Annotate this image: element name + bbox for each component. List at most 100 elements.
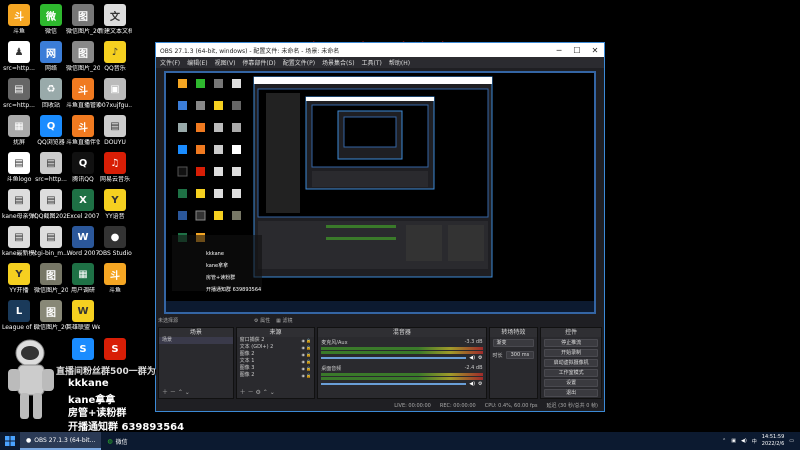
- desktop-icon[interactable]: ▤ kane最新模屏1203: [2, 226, 36, 257]
- desktop-icon[interactable]: W Word 2007: [66, 226, 100, 257]
- scene-controls[interactable]: ＋ － ⌃ ⌄: [162, 387, 190, 396]
- desktop-icon[interactable]: Q QQ浏览器: [34, 115, 68, 146]
- desktop-icon[interactable]: ▣ 007xujfgu...: [98, 78, 132, 109]
- mixer-channel: 桌面音频 -2.4 dB ◀) ⚙: [318, 363, 485, 389]
- visibility-lock-icon[interactable]: ◉ 🔒: [302, 344, 312, 351]
- obs-title-bar[interactable]: OBS 27.1.3 (64-bit, windows) - 配置文件: 未命名…: [156, 43, 604, 57]
- source-item[interactable]: 图像 2 ◉ 🔒: [237, 351, 315, 358]
- desktop-icon[interactable]: 斗斗鱼: [2, 4, 36, 35]
- desktop-icon[interactable]: Y YY开播: [2, 263, 36, 294]
- scenes-dock-title: 场景: [159, 328, 233, 337]
- visibility-lock-icon[interactable]: ◉ 🔒: [302, 365, 312, 372]
- desktop-icon[interactable]: 图微信图片_2021122...: [34, 263, 68, 294]
- taskbar-app[interactable]: ◍ 微信: [101, 432, 133, 450]
- minimize-icon[interactable]: ─: [550, 43, 568, 57]
- control-button[interactable]: 设置: [544, 379, 599, 387]
- desktop-icon[interactable]: 网网络: [34, 41, 68, 72]
- desktop-icon[interactable]: 图微信图片_2021110...: [66, 4, 100, 35]
- mixer-channel: 麦克风/Aux -3.3 dB ◀) ⚙: [318, 337, 485, 363]
- tray-up-arrow-icon[interactable]: ⌃: [722, 438, 726, 444]
- menu-item[interactable]: 配置文件(P): [283, 58, 315, 67]
- start-button[interactable]: [0, 432, 20, 450]
- desktop-icon[interactable]: ♪ QQ音乐: [98, 41, 132, 72]
- desktop-icon[interactable]: ● OBS Studio: [98, 226, 132, 257]
- menu-item[interactable]: 文件(F): [160, 58, 180, 67]
- visibility-lock-icon[interactable]: ◉ 🔒: [302, 372, 312, 379]
- menu-item[interactable]: 帮助(H): [389, 58, 410, 67]
- source-item[interactable]: 文本 (GDI+) 2 ◉ 🔒: [237, 344, 315, 351]
- transitions-dock-title: 转场特效: [489, 328, 538, 337]
- desktop-icon-label: League of Legends: [2, 324, 36, 331]
- obs-preview-canvas[interactable]: kkkane kane拿拿 房管+读粉群 开播通知群 639893564: [164, 71, 596, 314]
- obs-window[interactable]: OBS 27.1.3 (64-bit, windows) - 配置文件: 未命名…: [155, 42, 605, 412]
- mute-speaker-icon[interactable]: ◀): [469, 381, 475, 387]
- desktop-icon[interactable]: ▤ src=http...: [2, 78, 36, 109]
- desktop-icon[interactable]: 斗斗鱼直播伴侣: [66, 115, 100, 146]
- visibility-lock-icon[interactable]: ◉ 🔒: [302, 337, 312, 344]
- menu-item[interactable]: 停靠部件(D): [242, 58, 275, 67]
- desktop-icon[interactable]: ▦ 用户调研: [66, 263, 100, 294]
- desktop-icon[interactable]: ▤ DOUYU: [98, 115, 132, 146]
- desktop-icon[interactable]: 微微信: [34, 4, 68, 35]
- desktop-icon[interactable]: ▤ cgi-bin_m...: [34, 226, 68, 257]
- controls-dock: 控件 停止推流 开始录制 启动虚拟摄像机 工作室模式 设置 退出: [540, 327, 603, 399]
- tray-volume-icon[interactable]: ◀): [741, 438, 747, 444]
- tray-network-icon[interactable]: ▣: [731, 438, 736, 444]
- desktop-icon-label: src=http...: [3, 65, 35, 72]
- control-button[interactable]: 停止推流: [544, 339, 599, 347]
- properties-button[interactable]: ⚙ 属性: [254, 317, 270, 324]
- control-button[interactable]: 启动虚拟摄像机: [544, 359, 599, 367]
- source-item[interactable]: 窗口捕获 2 ◉ 🔒: [237, 337, 315, 344]
- taskbar-clock[interactable]: 14:51:59 2022/2/6: [762, 434, 784, 448]
- desktop-icon[interactable]: 图微信图片_2021110...: [34, 300, 68, 331]
- transition-type-select[interactable]: 渐变: [492, 339, 535, 347]
- maximize-icon[interactable]: ☐: [568, 43, 586, 57]
- desktop-icon[interactable]: 斗斗鱼直播管家: [66, 78, 100, 109]
- scene-item[interactable]: 场景: [159, 337, 233, 344]
- desktop-icon-label: kane最新模屏1203: [2, 250, 36, 257]
- desktop-icon[interactable]: Y YY语音: [98, 189, 132, 220]
- visibility-lock-icon[interactable]: ◉ 🔒: [302, 351, 312, 358]
- menu-item[interactable]: 视图(V): [215, 58, 236, 67]
- close-icon[interactable]: ✕: [586, 43, 604, 57]
- desktop-icon[interactable]: Q 腾讯QQ: [66, 152, 100, 183]
- control-button[interactable]: 工作室模式: [544, 369, 599, 377]
- gear-icon[interactable]: ⚙: [478, 381, 482, 387]
- source-item[interactable]: 图像 2 ◉ 🔒: [237, 372, 315, 379]
- notification-icon[interactable]: ▭: [789, 438, 794, 444]
- desktop-icon[interactable]: ▤ QQ截图20211218...: [34, 189, 68, 220]
- desktop-icon[interactable]: 图微信图片_2021110...: [66, 41, 100, 72]
- desktop-icon[interactable]: ▤ src=http...: [34, 152, 68, 183]
- control-button[interactable]: 退出: [544, 389, 599, 397]
- duration-input[interactable]: 300 ms: [505, 351, 535, 359]
- svg-text:kkkane: kkkane: [206, 251, 224, 257]
- desktop-icon[interactable]: ▤ kane母亲弹屏1203: [2, 189, 36, 220]
- desktop-icon[interactable]: ▦ 扰屏: [2, 115, 36, 146]
- desktop-icon[interactable]: 文新建文本文档: [98, 4, 132, 35]
- mute-speaker-icon[interactable]: ◀): [469, 355, 475, 361]
- menu-item[interactable]: 场景集合(S): [322, 58, 355, 67]
- source-controls[interactable]: ＋ － ⚙ ⌃ ⌄: [240, 387, 275, 396]
- desktop-icon[interactable]: ♟ src=http...: [2, 41, 36, 72]
- gear-icon[interactable]: ⚙: [478, 355, 482, 361]
- desktop-icon[interactable]: ▤ 斗鱼logo: [2, 152, 36, 183]
- source-item[interactable]: 文本 1 ◉ 🔒: [237, 358, 315, 365]
- visibility-lock-icon[interactable]: ◉ 🔒: [302, 358, 312, 365]
- desktop-icon[interactable]: 斗斗鱼: [98, 263, 132, 294]
- filters-button[interactable]: ▦ 滤镜: [276, 317, 292, 324]
- volume-slider[interactable]: [321, 383, 467, 385]
- menu-item[interactable]: 工具(T): [362, 58, 382, 67]
- control-button[interactable]: 开始录制: [544, 349, 599, 357]
- source-item[interactable]: 图像 3 ◉ 🔒: [237, 365, 315, 372]
- desktop-icon[interactable]: X Excel 2007: [66, 189, 100, 220]
- desktop-icon[interactable]: ♫ 网易云音乐: [98, 152, 132, 183]
- volume-slider[interactable]: [321, 357, 467, 359]
- desktop-icon[interactable]: ♻ 回收站: [34, 78, 68, 109]
- taskbar-app[interactable]: ● OBS 27.1.3 (64-bit...: [20, 432, 102, 450]
- source-name: 图像 2: [239, 351, 255, 357]
- desktop-icon[interactable]: S: [98, 338, 132, 362]
- menu-item[interactable]: 编辑(E): [187, 58, 207, 67]
- desktop-icon[interactable]: L League of Legends: [2, 300, 36, 331]
- tray-ime-icon[interactable]: 中: [752, 438, 757, 445]
- desktop-icon[interactable]: W 英雄联盟 WeGame: [66, 300, 100, 331]
